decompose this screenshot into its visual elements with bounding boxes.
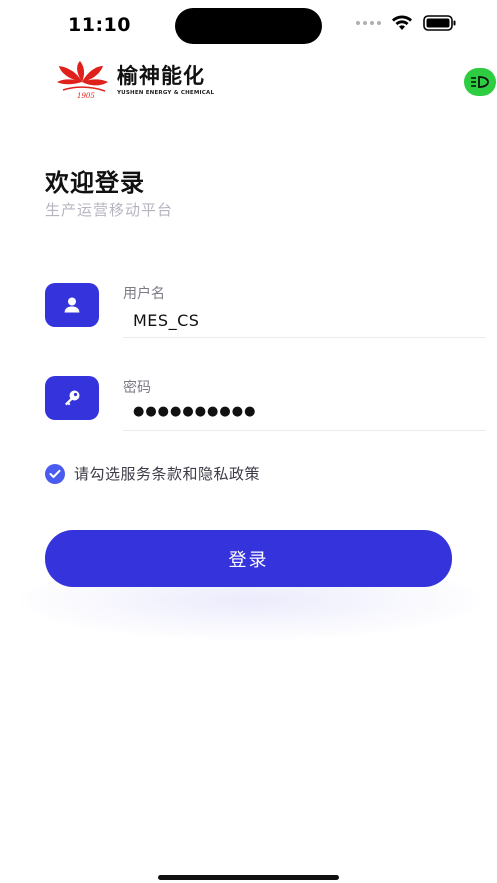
key-icon: [45, 376, 99, 420]
password-label: 密码: [123, 380, 151, 396]
status-bar: 11:10: [0, 0, 497, 54]
brand-name-cn: 榆神能化: [117, 63, 205, 88]
brand-logo: 1905 榆神能化 YUSHEN ENERGY & CHEMICAL: [55, 60, 214, 100]
user-icon: [45, 283, 99, 327]
agreement-checkbox[interactable]: [45, 463, 65, 484]
status-icons: [356, 15, 457, 31]
battery-icon: [423, 15, 457, 31]
password-underline: [123, 430, 486, 431]
welcome-subtitle: 生产运营移动平台: [45, 201, 174, 219]
agreement-text[interactable]: 请勾选服务条款和隐私政策: [74, 463, 260, 484]
agreement-row[interactable]: 请勾选服务条款和隐私政策: [45, 463, 260, 484]
brand-name-en: YUSHEN ENERGY & CHEMICAL: [117, 89, 215, 96]
username-input[interactable]: MES_CS: [133, 311, 199, 330]
brand-text: 榆神能化 YUSHEN ENERGY & CHEMICAL: [117, 65, 214, 96]
brand-logo-mark-icon: 1905: [57, 61, 108, 100]
home-indicator: [158, 875, 339, 880]
dynamic-island: [175, 8, 322, 44]
cellular-signal-icon: [356, 21, 381, 25]
username-label: 用户名: [123, 286, 165, 302]
wifi-icon: [391, 15, 413, 31]
welcome-title: 欢迎登录: [45, 169, 145, 197]
login-button[interactable]: 登录: [45, 530, 452, 587]
headlight-icon: [471, 76, 489, 88]
floating-debug-badge[interactable]: [464, 68, 496, 96]
password-input[interactable]: ●●●●●●●●●●: [133, 404, 256, 419]
brand-year: 1905: [77, 92, 95, 100]
status-time: 11:10: [68, 14, 131, 36]
checkmark-icon: [49, 469, 61, 478]
username-underline: [123, 337, 486, 338]
